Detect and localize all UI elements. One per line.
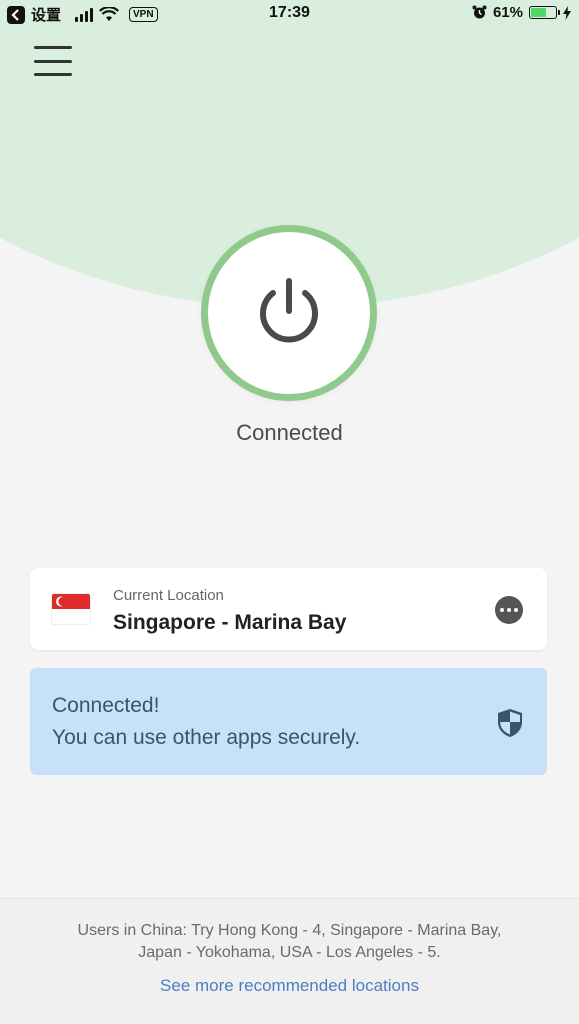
- charging-icon: [563, 5, 571, 20]
- current-location-label: Current Location: [113, 587, 224, 604]
- current-location-name: Singapore - Marina Bay: [113, 611, 347, 634]
- battery-percent: 61%: [492, 4, 523, 21]
- connection-status: Connected: [236, 420, 343, 445]
- battery-icon: [529, 6, 560, 19]
- current-location-card[interactable]: Current Location Singapore - Marina Bay: [30, 568, 547, 650]
- alarm-icon: [472, 5, 487, 19]
- status-bar-right: 61%: [472, 4, 571, 21]
- singapore-flag-icon: [52, 594, 90, 624]
- power-button[interactable]: [201, 225, 377, 401]
- china-users-note: Users in China: Try Hong Kong - 4, Singa…: [20, 920, 559, 964]
- china-users-note-line2: Japan - Yokohama, USA - Los Angeles - 5.: [138, 944, 441, 961]
- app-screen: 设置 VPN 17:39 61% Connected Current Locat…: [0, 0, 579, 1024]
- shield-icon: [498, 709, 522, 737]
- connected-banner: Connected! You can use other apps secure…: [30, 668, 547, 775]
- banner-subtitle: You can use other apps securely.: [52, 726, 361, 749]
- china-users-note-line1: Users in China: Try Hong Kong - 4, Singa…: [77, 922, 502, 939]
- hamburger-menu-icon[interactable]: [34, 46, 74, 76]
- more-options-icon[interactable]: [495, 596, 523, 624]
- power-icon: [260, 278, 318, 343]
- battery-level: [531, 8, 546, 17]
- see-more-locations-link[interactable]: See more recommended locations: [0, 976, 579, 996]
- footer: Users in China: Try Hong Kong - 4, Singa…: [0, 898, 579, 1024]
- banner-title: Connected!: [52, 694, 160, 717]
- status-bar: 设置 VPN 17:39 61%: [0, 0, 579, 30]
